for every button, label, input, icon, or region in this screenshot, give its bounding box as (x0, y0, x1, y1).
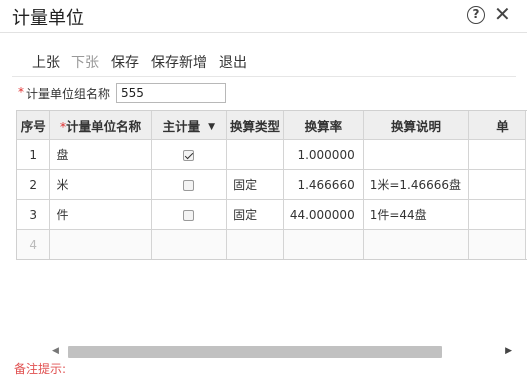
cell-convert-rate[interactable] (282, 229, 364, 259)
cell-convert-desc[interactable] (362, 229, 470, 259)
main-unit-checkbox[interactable] (183, 149, 195, 161)
cell-seq: 3 (17, 199, 51, 230)
cell-unit-name[interactable]: 米 (49, 169, 152, 200)
col-header-unit-name-label: 计量单位名称 (66, 118, 142, 134)
cell-convert-type[interactable] (226, 229, 284, 259)
table-header-row: 序号 *计量单位名称 主计量 ▼ 换算类型 换算率 换算说明 单 (17, 111, 526, 140)
cell-convert-type[interactable] (226, 139, 284, 170)
exit-button[interactable]: 退出 (219, 52, 247, 72)
help-icon[interactable]: ? (467, 6, 485, 24)
unit-table: 序号 *计量单位名称 主计量 ▼ 换算类型 换算率 换算说明 单 1 盘 1.00… (17, 111, 526, 259)
main-unit-checkbox[interactable] (183, 209, 195, 221)
cell-seq: 2 (17, 169, 51, 200)
col-header-convert-type[interactable]: 换算类型 (226, 111, 284, 140)
cell-seq: 4 (17, 229, 51, 259)
cell-convert-type[interactable]: 固定 (226, 199, 284, 230)
cell-convert-type[interactable]: 固定 (226, 169, 284, 200)
col-header-unit-name[interactable]: *计量单位名称 (49, 111, 152, 140)
table-row[interactable]: 2 米 固定 1.466660 1米=1.46666盘 (17, 169, 526, 200)
group-name-label: 计量单位组名称 (26, 87, 111, 101)
cell-unit-name[interactable]: 盘 (49, 139, 152, 170)
cell-main-unit[interactable] (150, 139, 228, 170)
cell-convert-rate[interactable]: 1.466660 (282, 169, 364, 200)
col-header-convert-rate[interactable]: 换算率 (282, 111, 364, 140)
toolbar: 上张 下张 保存 保存新增 退出 (0, 52, 527, 74)
window-title: 计量单位 (12, 8, 84, 29)
table-row[interactable]: 1 盘 1.000000 (17, 139, 526, 170)
required-mark: * (18, 85, 24, 99)
col-header-unit-partial[interactable]: 单 (468, 111, 526, 140)
next-record-button[interactable]: 下张 (71, 52, 99, 72)
cell-main-unit[interactable] (150, 199, 228, 230)
prev-record-button[interactable]: 上张 (32, 52, 60, 72)
cell-main-unit[interactable] (150, 169, 228, 200)
cell-convert-desc[interactable]: 1件=44盘 (362, 199, 470, 230)
sort-down-icon[interactable]: ▼ (208, 122, 215, 132)
scrollbar-thumb[interactable] (68, 346, 442, 358)
col-header-seq: 序号 (17, 111, 51, 140)
cell-main-unit[interactable] (150, 229, 228, 259)
unit-grid: 序号 *计量单位名称 主计量 ▼ 换算类型 换算率 换算说明 单 1 盘 1.00… (16, 110, 527, 260)
cell-unit-partial[interactable] (468, 199, 526, 230)
cell-convert-rate[interactable]: 1.000000 (282, 139, 364, 170)
main-unit-checkbox[interactable] (183, 179, 195, 191)
cell-convert-rate[interactable]: 44.000000 (282, 199, 364, 230)
toolbar-divider (12, 76, 516, 77)
save-and-new-button[interactable]: 保存新增 (151, 52, 207, 72)
scroll-right-icon[interactable]: ▶ (505, 346, 512, 356)
cell-unit-name[interactable] (49, 229, 152, 259)
cell-unit-partial[interactable] (468, 169, 526, 200)
close-icon[interactable]: ✕ (494, 2, 511, 26)
col-header-main-unit[interactable]: 主计量 ▼ (150, 111, 228, 140)
group-name-input[interactable] (116, 83, 226, 103)
cell-unit-name[interactable]: 件 (49, 199, 152, 230)
col-header-convert-desc[interactable]: 换算说明 (362, 111, 470, 140)
save-button[interactable]: 保存 (111, 52, 139, 72)
horizontal-scrollbar[interactable]: ◀ ▶ (52, 344, 512, 360)
col-header-main-unit-label: 主计量 (162, 118, 201, 134)
cell-convert-desc[interactable] (362, 139, 470, 170)
scroll-left-icon[interactable]: ◀ (52, 346, 59, 356)
title-bar: 计量单位 ? ✕ (0, 0, 527, 33)
cell-unit-partial[interactable] (468, 229, 526, 259)
cell-seq: 1 (17, 139, 51, 170)
cell-convert-desc[interactable]: 1米=1.46666盘 (362, 169, 470, 200)
table-row-empty[interactable]: 4 (17, 229, 526, 259)
table-row[interactable]: 3 件 固定 44.000000 1件=44盘 (17, 199, 526, 230)
cell-unit-partial[interactable] (468, 139, 526, 170)
